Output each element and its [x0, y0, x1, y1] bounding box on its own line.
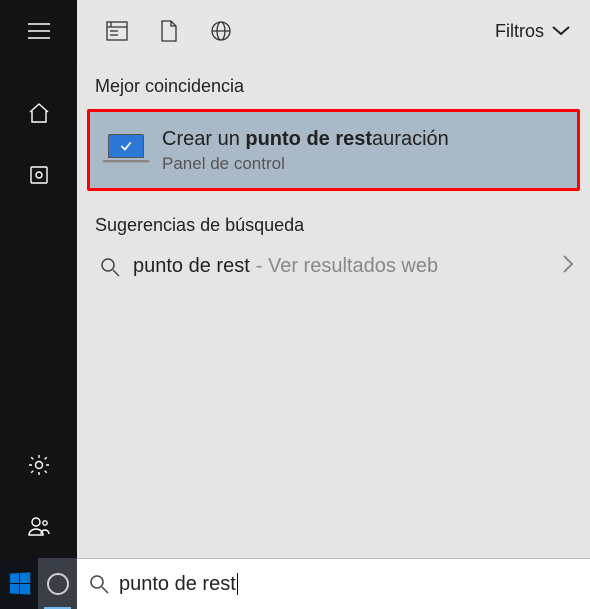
best-match-subtitle: Panel de control — [162, 154, 449, 174]
best-match-heading: Mejor coincidencia — [77, 62, 590, 105]
chevron-down-icon — [552, 26, 570, 36]
suggestion-query: punto de rest — [133, 255, 250, 278]
start-button[interactable] — [0, 558, 38, 609]
restore-point-icon — [102, 132, 148, 168]
filters-label: Filtros — [495, 21, 544, 42]
windows-logo-icon — [9, 572, 29, 594]
search-sidebar — [0, 0, 77, 558]
search-icon — [95, 257, 125, 277]
filters-dropdown[interactable]: Filtros — [495, 21, 576, 42]
search-box[interactable]: punto de rest — [77, 558, 590, 609]
taskbar — [0, 558, 77, 609]
timeline-button[interactable] — [0, 144, 77, 206]
filter-bar: Filtros — [77, 0, 590, 62]
menu-button[interactable] — [0, 0, 77, 62]
search-panel: Filtros Mejor coincidencia Crear un punt… — [77, 0, 590, 558]
search-icon — [89, 574, 109, 594]
suggestion-hint: - Ver resultados web — [256, 255, 438, 278]
best-match-result[interactable]: Crear un punto de restauración Panel de … — [87, 109, 580, 191]
profile-button[interactable] — [0, 496, 77, 558]
cortana-button[interactable] — [38, 558, 77, 609]
suggestions-heading: Sugerencias de búsqueda — [77, 201, 590, 244]
web-filter-icon[interactable] — [195, 0, 247, 62]
chevron-right-icon — [562, 254, 574, 279]
home-button[interactable] — [0, 82, 77, 144]
cortana-icon — [47, 573, 69, 595]
documents-filter-icon[interactable] — [143, 0, 195, 62]
settings-button[interactable] — [0, 434, 77, 496]
web-suggestion[interactable]: punto de rest - Ver resultados web — [77, 244, 590, 289]
best-match-title: Crear un punto de restauración — [162, 126, 449, 152]
search-input[interactable]: punto de rest — [119, 573, 578, 596]
apps-filter-icon[interactable] — [91, 0, 143, 62]
